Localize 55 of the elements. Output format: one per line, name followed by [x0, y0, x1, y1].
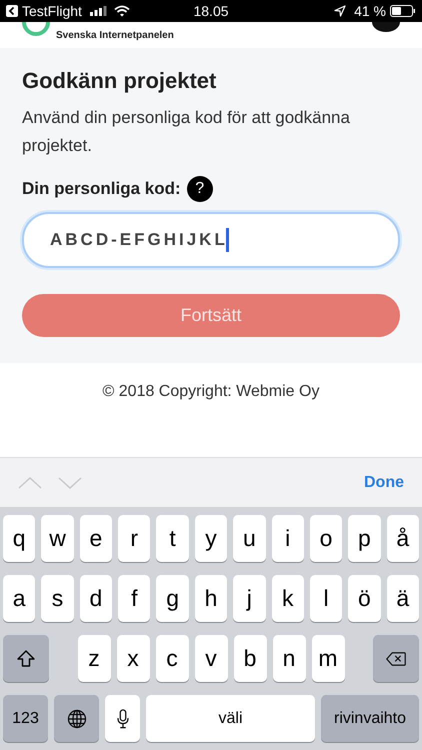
logo-icon	[22, 22, 50, 36]
key[interactable]: d	[80, 575, 112, 622]
key[interactable]: n	[272, 635, 306, 682]
return-key[interactable]: rivinvaihto	[321, 695, 419, 742]
key[interactable]: b	[234, 635, 266, 682]
shift-icon	[16, 648, 36, 668]
key[interactable]: i	[272, 515, 304, 562]
key[interactable]: a	[3, 575, 36, 622]
key[interactable]: y	[194, 515, 228, 562]
key[interactable]: x	[116, 635, 150, 682]
brand-name: Svenska Internetpanelen	[56, 30, 174, 40]
key[interactable]: p	[348, 515, 381, 562]
location-icon	[334, 5, 346, 17]
code-field[interactable]: ABCD-EFGHIJKL	[22, 212, 400, 268]
key[interactable]: s	[41, 575, 74, 622]
wifi-icon	[114, 5, 130, 17]
key[interactable]: ö	[348, 575, 381, 622]
back-icon[interactable]	[6, 5, 18, 17]
page-title: Godkänn projektet	[22, 68, 218, 94]
clock: 18.05	[193, 3, 229, 19]
key[interactable]: r	[118, 515, 150, 562]
key[interactable]: c	[156, 635, 188, 682]
globe-icon	[66, 708, 86, 728]
key[interactable]: å	[386, 515, 419, 562]
key[interactable]: v	[194, 635, 228, 682]
backspace-key[interactable]	[373, 635, 419, 682]
key[interactable]: g	[156, 575, 189, 622]
dictation-key[interactable]	[105, 695, 140, 742]
battery-percentage: 41 %	[354, 3, 386, 19]
key[interactable]: o	[310, 515, 342, 562]
key[interactable]: t	[156, 515, 189, 562]
numbers-key[interactable]: 123	[3, 695, 48, 742]
key[interactable]: w	[41, 515, 74, 562]
key[interactable]: f	[118, 575, 150, 622]
key[interactable]: u	[233, 515, 266, 562]
copyright-text: © 2018 Copyright: Webmie Oy	[102, 383, 320, 402]
key[interactable]: q	[3, 515, 36, 562]
shift-key[interactable]	[3, 635, 49, 682]
key[interactable]: l	[310, 575, 342, 622]
help-button[interactable]: ?	[186, 176, 213, 202]
key[interactable]: ä	[386, 575, 419, 622]
key[interactable]: j	[233, 575, 266, 622]
battery-icon	[390, 5, 416, 17]
key[interactable]: e	[80, 515, 112, 562]
signal-icon	[90, 6, 108, 16]
back-app-label[interactable]: TestFlight	[22, 3, 82, 19]
key[interactable]: k	[272, 575, 304, 622]
space-key[interactable]: väli	[146, 695, 315, 742]
description: Använd din personliga kod för att godkänna projektet.	[22, 107, 351, 157]
key[interactable]: z	[78, 635, 110, 682]
key[interactable]: h	[194, 575, 228, 622]
key[interactable]: m	[312, 635, 344, 682]
field-label: Din personliga kod:	[22, 179, 181, 199]
done-button[interactable]: Done	[364, 474, 404, 492]
globe-key[interactable]	[54, 695, 99, 742]
